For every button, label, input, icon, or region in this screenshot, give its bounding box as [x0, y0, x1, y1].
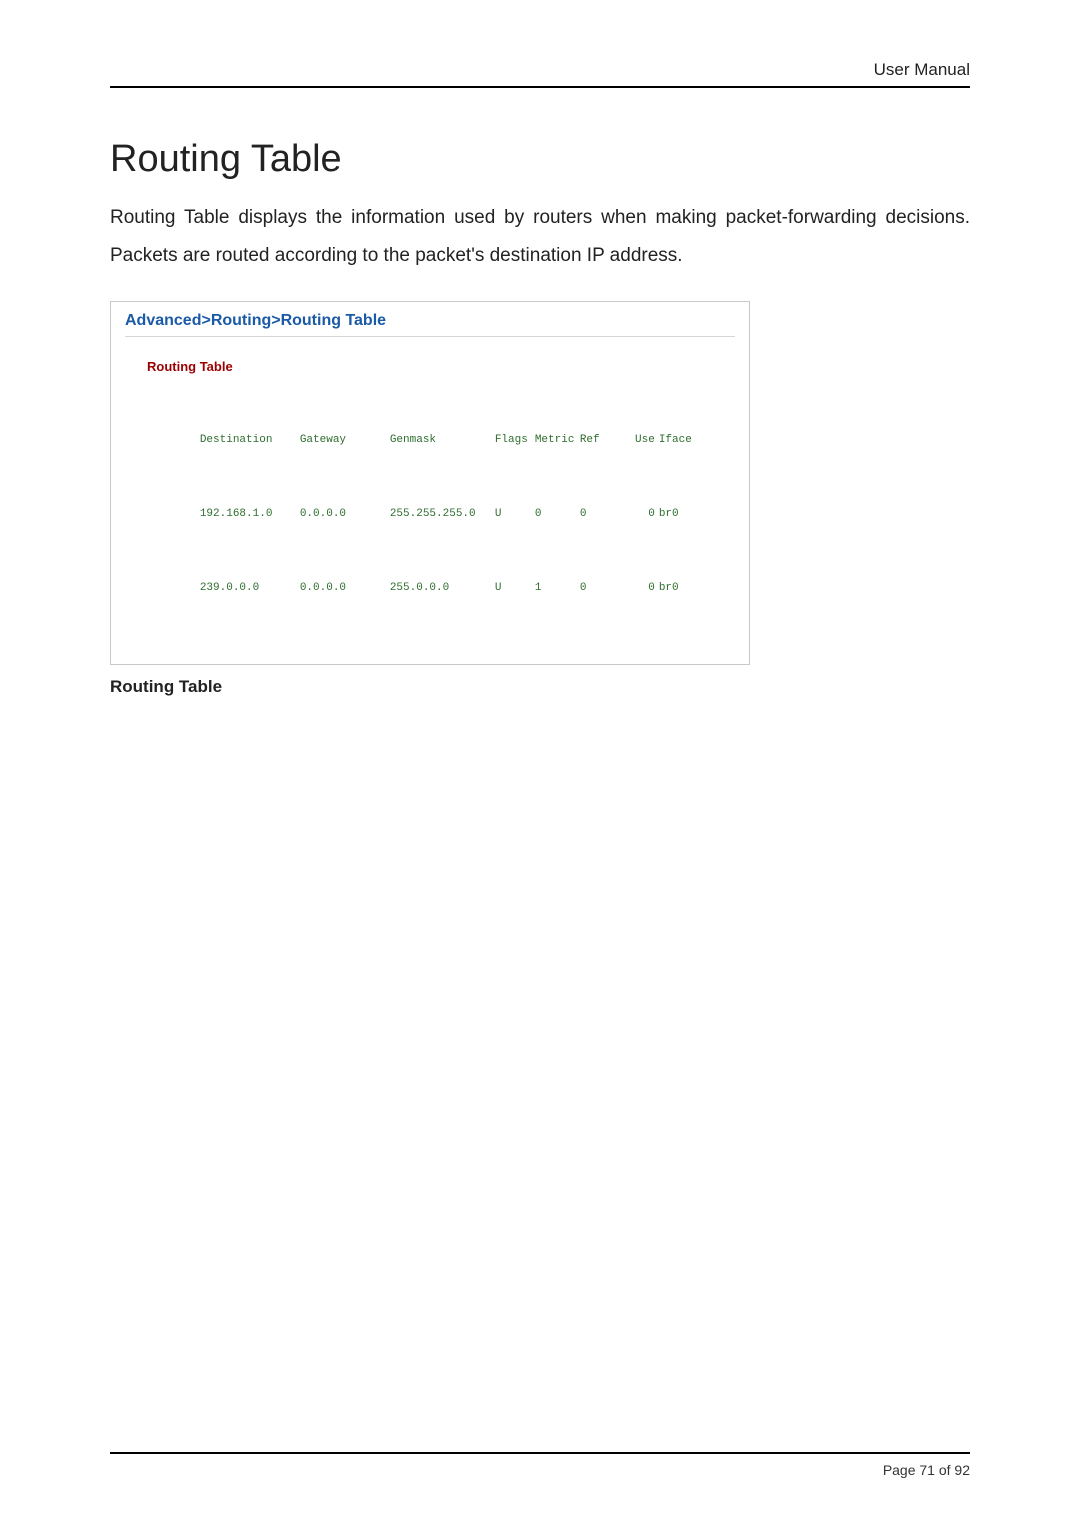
- col-metric: Metric: [535, 433, 580, 448]
- header-label: User Manual: [874, 60, 970, 79]
- figure-caption: Routing Table: [110, 677, 970, 697]
- cell-genmask: 255.0.0.0: [390, 581, 495, 596]
- cell-destination: 192.168.1.0: [200, 507, 300, 522]
- cell-use: 0: [625, 507, 655, 522]
- col-flags: Flags: [495, 433, 535, 448]
- cell-use: 0: [625, 581, 655, 596]
- cell-metric: 1: [535, 581, 580, 596]
- table-row: 192.168.1.00.0.0.0255.255.255.0U000br0: [147, 492, 735, 537]
- page-title: Routing Table: [110, 138, 970, 181]
- cell-gateway: 0.0.0.0: [300, 507, 390, 522]
- cell-flags: U: [495, 507, 535, 522]
- table-row: 239.0.0.00.0.0.0255.0.0.0U100br0: [147, 566, 735, 611]
- cell-flags: U: [495, 581, 535, 596]
- col-gateway: Gateway: [300, 433, 390, 448]
- description-text: Routing Table displays the information u…: [110, 199, 970, 275]
- cell-gateway: 0.0.0.0: [300, 581, 390, 596]
- cell-iface: br0: [655, 581, 699, 596]
- cell-metric: 0: [535, 507, 580, 522]
- routing-table: DestinationGatewayGenmaskFlagsMetricRefU…: [147, 388, 735, 640]
- cell-ref: 0: [580, 507, 625, 522]
- col-ref: Ref: [580, 433, 625, 448]
- page: User Manual Routing Table Routing Table …: [0, 0, 1080, 1528]
- page-number: Page 71 of 92: [883, 1462, 970, 1478]
- routing-panel: Advanced>Routing>Routing Table Routing T…: [110, 301, 750, 665]
- cell-destination: 239.0.0.0: [200, 581, 300, 596]
- col-destination: Destination: [200, 433, 300, 448]
- cell-genmask: 255.255.255.0: [390, 507, 495, 522]
- col-iface: Iface: [655, 433, 699, 448]
- col-genmask: Genmask: [390, 433, 495, 448]
- page-footer: Page 71 of 92: [110, 1452, 970, 1478]
- table-header-row: DestinationGatewayGenmaskFlagsMetricRefU…: [147, 418, 735, 463]
- breadcrumb: Advanced>Routing>Routing Table: [125, 312, 735, 337]
- col-use: Use: [625, 433, 655, 448]
- panel-subtitle: Routing Table: [147, 359, 735, 374]
- page-header: User Manual: [110, 60, 970, 88]
- cell-ref: 0: [580, 581, 625, 596]
- cell-iface: br0: [655, 507, 699, 522]
